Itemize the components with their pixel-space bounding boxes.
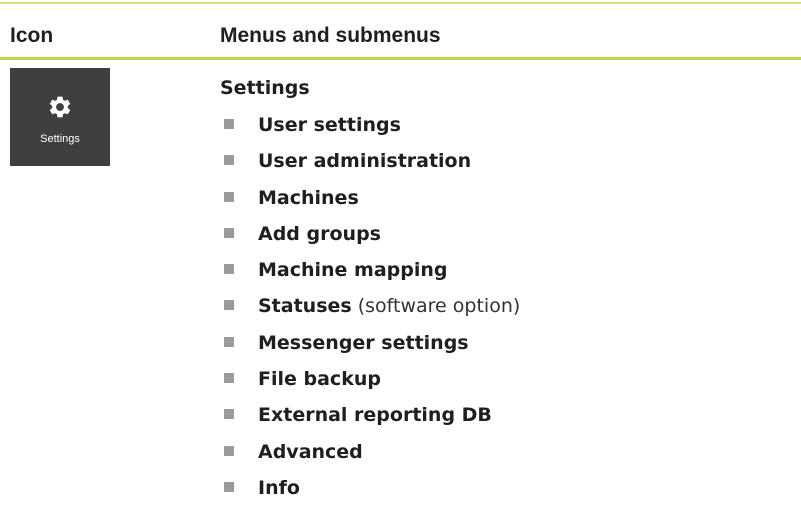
submenu-label: Add groups [258, 222, 381, 245]
submenu-label: User administration [258, 150, 472, 173]
bullet-icon [224, 191, 234, 202]
software-option-note: (software option) [351, 295, 521, 318]
settings-icon-tile: Settings [10, 68, 110, 166]
bullet-icon [224, 119, 234, 129]
header-menus-column: Menus and submenus [220, 24, 441, 47]
bullet-icon [224, 227, 234, 238]
gear-icon [49, 96, 71, 118]
submenu-label: Info [258, 476, 300, 499]
submenu-label: Statuses (software option) [258, 295, 521, 318]
bullet-icon [224, 481, 234, 492]
bullet-icon [224, 336, 234, 347]
header-icon-column: Icon [10, 24, 54, 47]
submenu-label: Advanced [258, 440, 363, 463]
submenu-label: User settings [258, 114, 401, 136]
submenu-label: External reporting DB [258, 404, 492, 427]
table-header-rule [0, 57, 801, 60]
icon-caption: Settings [40, 133, 80, 145]
bullet-icon [224, 155, 234, 166]
bullet-icon [224, 300, 234, 311]
menu-title: Settings [220, 77, 310, 99]
bullet-icon [224, 373, 234, 384]
submenu-label: File backup [258, 368, 381, 391]
bullet-icon [224, 445, 234, 456]
submenu-label: Machine mapping [258, 259, 448, 282]
table-header-row: Icon Menus and submenus [0, 4, 801, 57]
submenu-label: Messenger settings [258, 331, 469, 354]
bullet-icon [224, 264, 234, 275]
bullet-icon [224, 409, 234, 420]
submenu-label: Machines [258, 186, 359, 209]
